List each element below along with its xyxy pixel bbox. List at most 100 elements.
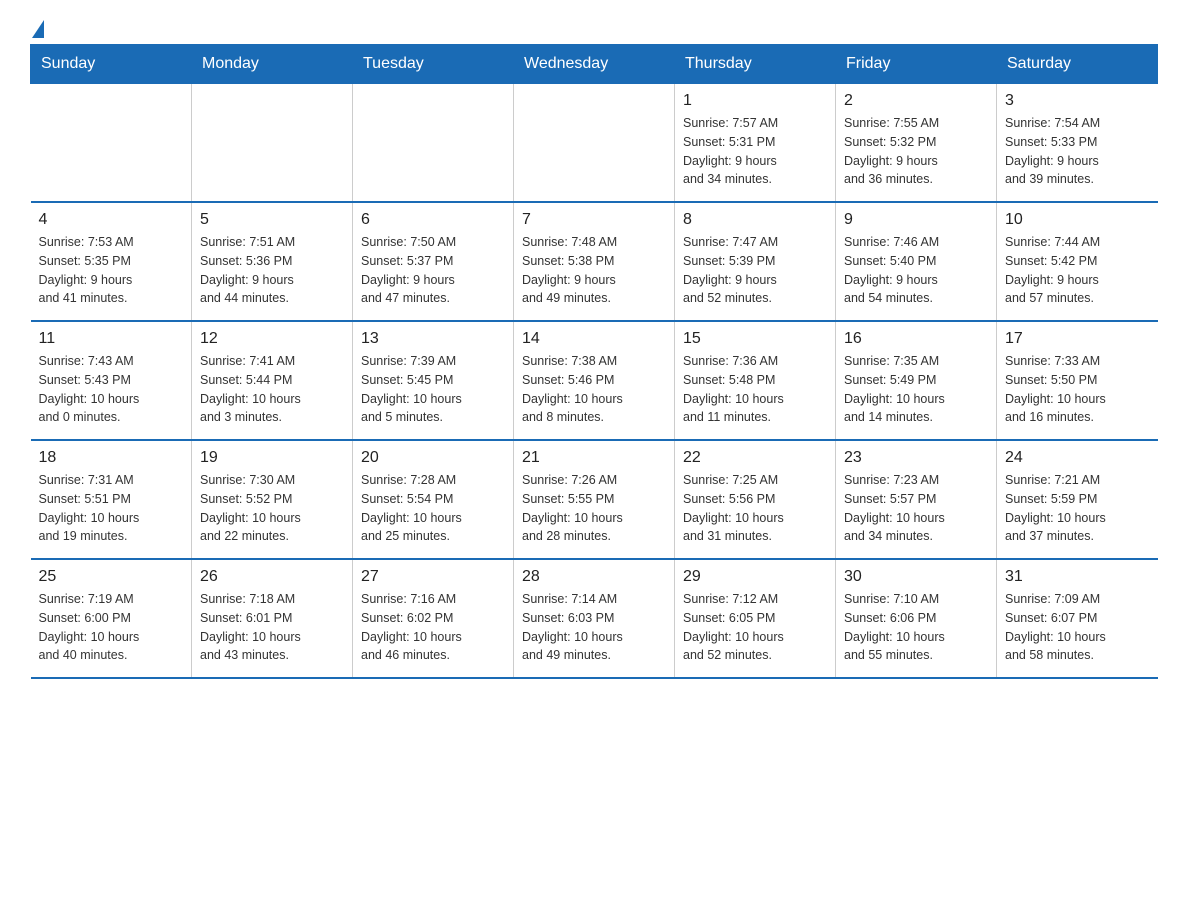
week-row-5: 25 Sunrise: 7:19 AM Sunset: 6:00 PM Dayli… xyxy=(31,559,1158,678)
calendar-cell: 9 Sunrise: 7:46 AM Sunset: 5:40 PM Daylig… xyxy=(836,202,997,321)
day-number: 12 xyxy=(200,330,344,348)
calendar-cell: 15 Sunrise: 7:36 AM Sunset: 5:48 PM Dayli… xyxy=(675,321,836,440)
day-number: 27 xyxy=(361,568,505,586)
day-header-monday: Monday xyxy=(192,45,353,84)
day-number: 16 xyxy=(844,330,988,348)
calendar-cell xyxy=(514,84,675,203)
day-number: 30 xyxy=(844,568,988,586)
day-info: Sunrise: 7:46 AM Sunset: 5:40 PM Dayligh… xyxy=(844,233,988,308)
day-info: Sunrise: 7:38 AM Sunset: 5:46 PM Dayligh… xyxy=(522,352,666,427)
day-info: Sunrise: 7:33 AM Sunset: 5:50 PM Dayligh… xyxy=(1005,352,1150,427)
calendar-cell: 4Sunrise: 7:53 AM Sunset: 5:35 PM Daylig… xyxy=(31,202,192,321)
day-info: Sunrise: 7:57 AM Sunset: 5:31 PM Dayligh… xyxy=(683,114,827,189)
day-number: 21 xyxy=(522,449,666,467)
day-info: Sunrise: 7:28 AM Sunset: 5:54 PM Dayligh… xyxy=(361,471,505,546)
calendar-cell: 17 Sunrise: 7:33 AM Sunset: 5:50 PM Dayli… xyxy=(997,321,1158,440)
week-row-4: 18 Sunrise: 7:31 AM Sunset: 5:51 PM Dayli… xyxy=(31,440,1158,559)
day-info: Sunrise: 7:30 AM Sunset: 5:52 PM Dayligh… xyxy=(200,471,344,546)
day-number: 15 xyxy=(683,330,827,348)
day-number: 10 xyxy=(1005,211,1150,229)
day-info: Sunrise: 7:31 AM Sunset: 5:51 PM Dayligh… xyxy=(39,471,184,546)
calendar-cell: 20 Sunrise: 7:28 AM Sunset: 5:54 PM Dayli… xyxy=(353,440,514,559)
day-info: Sunrise: 7:54 AM Sunset: 5:33 PM Dayligh… xyxy=(1005,114,1150,189)
day-info: Sunrise: 7:09 AM Sunset: 6:07 PM Dayligh… xyxy=(1005,590,1150,665)
day-number: 19 xyxy=(200,449,344,467)
page-header xyxy=(30,20,1158,34)
day-info: Sunrise: 7:16 AM Sunset: 6:02 PM Dayligh… xyxy=(361,590,505,665)
day-info: Sunrise: 7:35 AM Sunset: 5:49 PM Dayligh… xyxy=(844,352,988,427)
calendar-cell: 16 Sunrise: 7:35 AM Sunset: 5:49 PM Dayli… xyxy=(836,321,997,440)
day-info: Sunrise: 7:44 AM Sunset: 5:42 PM Dayligh… xyxy=(1005,233,1150,308)
day-number: 20 xyxy=(361,449,505,467)
day-info: Sunrise: 7:19 AM Sunset: 6:00 PM Dayligh… xyxy=(39,590,184,665)
day-number: 3 xyxy=(1005,92,1150,110)
day-info: Sunrise: 7:12 AM Sunset: 6:05 PM Dayligh… xyxy=(683,590,827,665)
calendar-cell xyxy=(192,84,353,203)
week-row-2: 4Sunrise: 7:53 AM Sunset: 5:35 PM Daylig… xyxy=(31,202,1158,321)
logo-triangle-icon xyxy=(32,20,44,38)
calendar-cell: 6 Sunrise: 7:50 AM Sunset: 5:37 PM Daylig… xyxy=(353,202,514,321)
calendar-cell: 8 Sunrise: 7:47 AM Sunset: 5:39 PM Daylig… xyxy=(675,202,836,321)
day-number: 25 xyxy=(39,568,184,586)
day-number: 2 xyxy=(844,92,988,110)
day-info: Sunrise: 7:14 AM Sunset: 6:03 PM Dayligh… xyxy=(522,590,666,665)
day-info: Sunrise: 7:25 AM Sunset: 5:56 PM Dayligh… xyxy=(683,471,827,546)
day-info: Sunrise: 7:26 AM Sunset: 5:55 PM Dayligh… xyxy=(522,471,666,546)
day-header-saturday: Saturday xyxy=(997,45,1158,84)
day-header-tuesday: Tuesday xyxy=(353,45,514,84)
calendar-cell: 18 Sunrise: 7:31 AM Sunset: 5:51 PM Dayli… xyxy=(31,440,192,559)
day-number: 18 xyxy=(39,449,184,467)
calendar-cell: 23Sunrise: 7:23 AM Sunset: 5:57 PM Dayli… xyxy=(836,440,997,559)
day-info: Sunrise: 7:41 AM Sunset: 5:44 PM Dayligh… xyxy=(200,352,344,427)
day-number: 24 xyxy=(1005,449,1150,467)
calendar-cell: 12 Sunrise: 7:41 AM Sunset: 5:44 PM Dayli… xyxy=(192,321,353,440)
day-number: 26 xyxy=(200,568,344,586)
calendar-cell: 25 Sunrise: 7:19 AM Sunset: 6:00 PM Dayli… xyxy=(31,559,192,678)
calendar-cell: 30 Sunrise: 7:10 AM Sunset: 6:06 PM Dayli… xyxy=(836,559,997,678)
calendar-cell: 26 Sunrise: 7:18 AM Sunset: 6:01 PM Dayli… xyxy=(192,559,353,678)
day-info: Sunrise: 7:36 AM Sunset: 5:48 PM Dayligh… xyxy=(683,352,827,427)
day-number: 8 xyxy=(683,211,827,229)
day-number: 23 xyxy=(844,449,988,467)
day-header-friday: Friday xyxy=(836,45,997,84)
day-number: 14 xyxy=(522,330,666,348)
day-info: Sunrise: 7:55 AM Sunset: 5:32 PM Dayligh… xyxy=(844,114,988,189)
day-number: 13 xyxy=(361,330,505,348)
calendar-cell: 2 Sunrise: 7:55 AM Sunset: 5:32 PM Daylig… xyxy=(836,84,997,203)
calendar-cell: 19 Sunrise: 7:30 AM Sunset: 5:52 PM Dayli… xyxy=(192,440,353,559)
day-number: 7 xyxy=(522,211,666,229)
day-number: 22 xyxy=(683,449,827,467)
calendar-cell: 13 Sunrise: 7:39 AM Sunset: 5:45 PM Dayli… xyxy=(353,321,514,440)
calendar-cell: 28Sunrise: 7:14 AM Sunset: 6:03 PM Dayli… xyxy=(514,559,675,678)
day-number: 11 xyxy=(39,330,184,348)
calendar-cell: 1 Sunrise: 7:57 AM Sunset: 5:31 PM Daylig… xyxy=(675,84,836,203)
day-info: Sunrise: 7:48 AM Sunset: 5:38 PM Dayligh… xyxy=(522,233,666,308)
day-info: Sunrise: 7:21 AM Sunset: 5:59 PM Dayligh… xyxy=(1005,471,1150,546)
calendar-cell xyxy=(353,84,514,203)
calendar-cell: 11Sunrise: 7:43 AM Sunset: 5:43 PM Dayli… xyxy=(31,321,192,440)
calendar-cell: 27 Sunrise: 7:16 AM Sunset: 6:02 PM Dayli… xyxy=(353,559,514,678)
day-number: 6 xyxy=(361,211,505,229)
calendar-table: SundayMondayTuesdayWednesdayThursdayFrid… xyxy=(30,44,1158,679)
calendar-cell: 22 Sunrise: 7:25 AM Sunset: 5:56 PM Dayli… xyxy=(675,440,836,559)
calendar-cell: 29 Sunrise: 7:12 AM Sunset: 6:05 PM Dayli… xyxy=(675,559,836,678)
calendar-cell: 5Sunrise: 7:51 AM Sunset: 5:36 PM Daylig… xyxy=(192,202,353,321)
week-row-3: 11Sunrise: 7:43 AM Sunset: 5:43 PM Dayli… xyxy=(31,321,1158,440)
day-info: Sunrise: 7:18 AM Sunset: 6:01 PM Dayligh… xyxy=(200,590,344,665)
day-info: Sunrise: 7:39 AM Sunset: 5:45 PM Dayligh… xyxy=(361,352,505,427)
day-header-wednesday: Wednesday xyxy=(514,45,675,84)
calendar-cell: 31Sunrise: 7:09 AM Sunset: 6:07 PM Dayli… xyxy=(997,559,1158,678)
day-number: 9 xyxy=(844,211,988,229)
day-number: 29 xyxy=(683,568,827,586)
day-number: 5 xyxy=(200,211,344,229)
calendar-cell xyxy=(31,84,192,203)
calendar-cell: 10 Sunrise: 7:44 AM Sunset: 5:42 PM Dayli… xyxy=(997,202,1158,321)
calendar-cell: 14 Sunrise: 7:38 AM Sunset: 5:46 PM Dayli… xyxy=(514,321,675,440)
logo xyxy=(30,20,44,34)
day-number: 1 xyxy=(683,92,827,110)
day-info: Sunrise: 7:47 AM Sunset: 5:39 PM Dayligh… xyxy=(683,233,827,308)
day-info: Sunrise: 7:10 AM Sunset: 6:06 PM Dayligh… xyxy=(844,590,988,665)
day-info: Sunrise: 7:50 AM Sunset: 5:37 PM Dayligh… xyxy=(361,233,505,308)
day-number: 17 xyxy=(1005,330,1150,348)
calendar-cell: 24 Sunrise: 7:21 AM Sunset: 5:59 PM Dayli… xyxy=(997,440,1158,559)
